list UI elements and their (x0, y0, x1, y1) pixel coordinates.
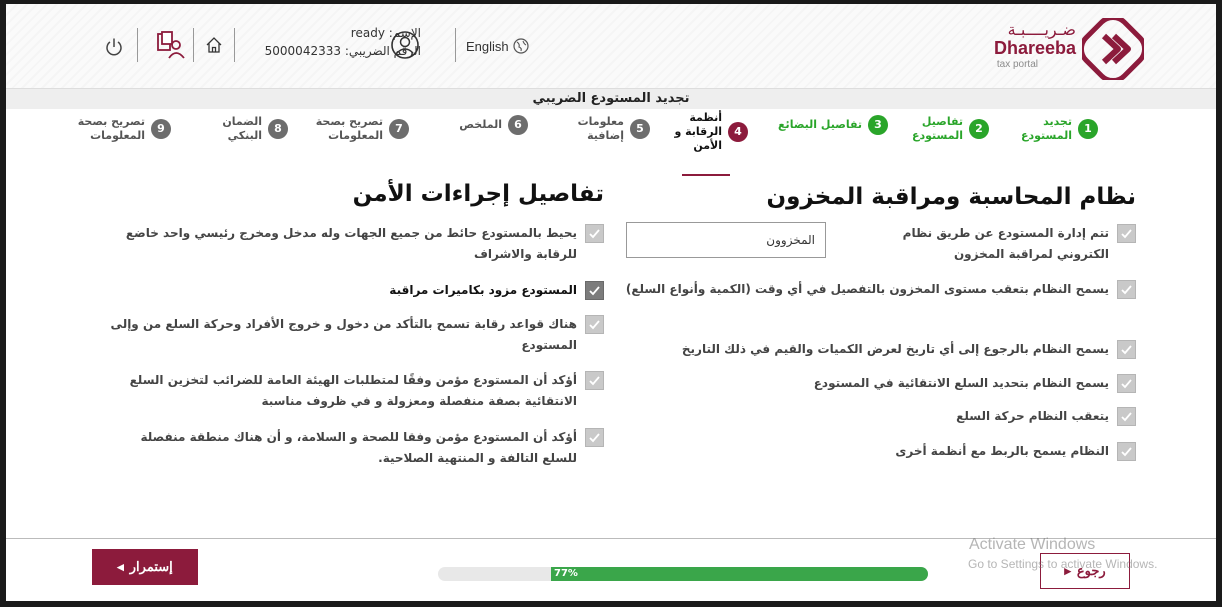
step-label: تصريح بصحة المعلومات (77, 115, 145, 142)
dhareeba-logo-icon (1082, 18, 1144, 80)
step-number: 1 (1078, 119, 1098, 139)
logo-arabic-text: ضـريــــبـة (1007, 20, 1076, 39)
inventory-check-item[interactable]: يسمح النظام بتحديد السلع الانتقائية في ا… (616, 373, 1136, 394)
check-label: أؤكد أن المستودع مؤمن وفقا للصحة و السلا… (140, 430, 577, 465)
inventory-check-item[interactable]: يتعقب النظام حركة السلع (616, 406, 1136, 427)
check-label: يسمح النظام بتحديد السلع الانتقائية في ا… (813, 376, 1109, 390)
step-number: 7 (389, 119, 409, 139)
checkbox[interactable] (585, 371, 604, 390)
power-logout-icon[interactable] (104, 37, 124, 57)
inventory-section-title: نظام المحاسبة ومراقبة المخزون (766, 184, 1136, 210)
checkbox[interactable] (1117, 442, 1136, 461)
continue-label: إستمرار (129, 559, 173, 574)
step-number: 6 (508, 115, 528, 135)
progress-bar-fill (551, 567, 928, 581)
top-header: ضـريــــبـة Dhareeba tax portal English … (6, 4, 1216, 89)
checkbox[interactable] (585, 224, 604, 243)
step-label: الملخص (459, 118, 502, 131)
step-label: أنظمة الرقابة و الأمن (674, 111, 722, 152)
wizard-steps: 1 تجديد المستودع 2 تفاصيل المستودع 3 تفا… (6, 109, 1216, 171)
continue-button[interactable]: إستمرار ◂ (92, 549, 198, 585)
logo-subtitle: tax portal (996, 59, 1038, 70)
language-label: English (466, 38, 509, 54)
step-5[interactable]: 5 معلومات إضافية (568, 115, 650, 143)
checkbox[interactable] (1117, 374, 1136, 393)
checkbox[interactable] (1117, 224, 1136, 243)
check-label: المستودع مزود بكاميرات مراقبة (389, 283, 577, 297)
security-check-item[interactable]: أؤكد أن المستودع مؤمن وفقًا لمتطلبات اله… (104, 370, 604, 412)
step-4[interactable]: 4 أنظمة الرقابة و الأمن (672, 111, 748, 153)
step-label: الضمان البنكي (222, 115, 262, 142)
step-label: معلومات إضافية (577, 115, 624, 142)
step-number: 2 (969, 119, 989, 139)
globe-icon (513, 38, 529, 54)
step-label: تفاصيل المستودع (911, 115, 963, 142)
step-6[interactable]: 6 الملخص (459, 115, 528, 135)
tax-number-label: الرقم الضريبي: 5000042333 (264, 44, 421, 58)
inventory-system-field[interactable]: المخزوون (626, 222, 826, 258)
check-label: يسمح النظام بالرجوع إلى أي تاريخ لعرض ال… (681, 342, 1109, 356)
step-number: 9 (151, 119, 171, 139)
header-divider (234, 28, 235, 62)
step-label: تصريح بصحة المعلومات (315, 115, 383, 142)
step-2[interactable]: 2 تفاصيل المستودع (905, 115, 989, 143)
windows-activation-hint: Go to Settings to activate Windows. (968, 557, 1158, 571)
checkbox[interactable] (585, 428, 604, 447)
step-3[interactable]: 3 تفاصيل البضائع (778, 115, 888, 135)
language-switch[interactable]: English (466, 38, 529, 54)
step-1[interactable]: 1 تجديد المستودع (1016, 115, 1098, 143)
inventory-check-item[interactable]: تتم إدارة المستودع عن طريق نظام الكتروني… (886, 223, 1136, 265)
header-divider (137, 28, 138, 62)
checkbox-checked[interactable] (585, 281, 604, 300)
arrow-left-icon: ◂ (117, 559, 124, 574)
inventory-check-item[interactable]: النظام يسمح بالربط مع أنظمة أخرى (616, 441, 1136, 462)
check-label: هناك قواعد رقابة تسمح بالتأكد من دخول و … (110, 317, 577, 352)
step-8[interactable]: 8 الضمان البنكي (216, 115, 288, 143)
header-divider (455, 28, 456, 62)
step-number: 8 (268, 119, 288, 139)
step-label: تفاصيل البضائع (778, 118, 862, 131)
app-window: ضـريــــبـة Dhareeba tax portal English … (6, 4, 1216, 601)
windows-activation-watermark: Activate Windows (969, 536, 1096, 553)
step-number: 4 (728, 122, 748, 142)
check-label: يسمح النظام بتعقب مستوى المخزون بالتفصيل… (625, 282, 1109, 296)
home-icon[interactable] (205, 36, 223, 54)
header-divider (193, 28, 194, 62)
step-label: تجديد المستودع (1020, 115, 1072, 142)
check-label: النظام يسمح بالربط مع أنظمة أخرى (895, 444, 1109, 458)
step-9[interactable]: 9 تصريح بصحة المعلومات (61, 115, 171, 143)
active-step-indicator (682, 174, 730, 176)
user-name-label: الإسم: ready (350, 26, 421, 40)
checkbox[interactable] (1117, 340, 1136, 359)
check-label: أؤكد أن المستودع مؤمن وفقًا لمتطلبات اله… (129, 373, 577, 408)
page-title: تجديد المستودع الضريبي (6, 89, 1216, 109)
checkbox[interactable] (1117, 407, 1136, 426)
inventory-check-item[interactable]: يسمح النظام بالرجوع إلى أي تاريخ لعرض ال… (616, 339, 1136, 360)
security-check-item[interactable]: أؤكد أن المستودع مؤمن وفقا للصحة و السلا… (104, 427, 604, 469)
step-7[interactable]: 7 تصريح بصحة المعلومات (299, 115, 409, 143)
logo-english-text: Dhareeba (993, 38, 1076, 58)
security-check-item[interactable]: يحيط بالمستودع حائط من جميع الجهات وله م… (104, 223, 604, 265)
check-label: تتم إدارة المستودع عن طريق نظام الكتروني… (902, 226, 1109, 261)
step-number: 3 (868, 115, 888, 135)
check-label: يحيط بالمستودع حائط من جميع الجهات وله م… (125, 226, 577, 261)
security-section-title: تفاصيل إجراءات الأمن (352, 181, 604, 207)
security-check-item[interactable]: المستودع مزود بكاميرات مراقبة (104, 280, 604, 301)
checkbox[interactable] (585, 315, 604, 334)
step-number: 5 (630, 119, 650, 139)
profile-switch-icon[interactable] (156, 31, 186, 59)
check-label: يتعقب النظام حركة السلع (956, 409, 1109, 423)
security-check-item[interactable]: هناك قواعد رقابة تسمح بالتأكد من دخول و … (104, 314, 604, 356)
checkbox[interactable] (1117, 280, 1136, 299)
inventory-check-item[interactable]: يسمح النظام بتعقب مستوى المخزون بالتفصيل… (616, 279, 1136, 300)
progress-percent: 77% (554, 568, 578, 579)
